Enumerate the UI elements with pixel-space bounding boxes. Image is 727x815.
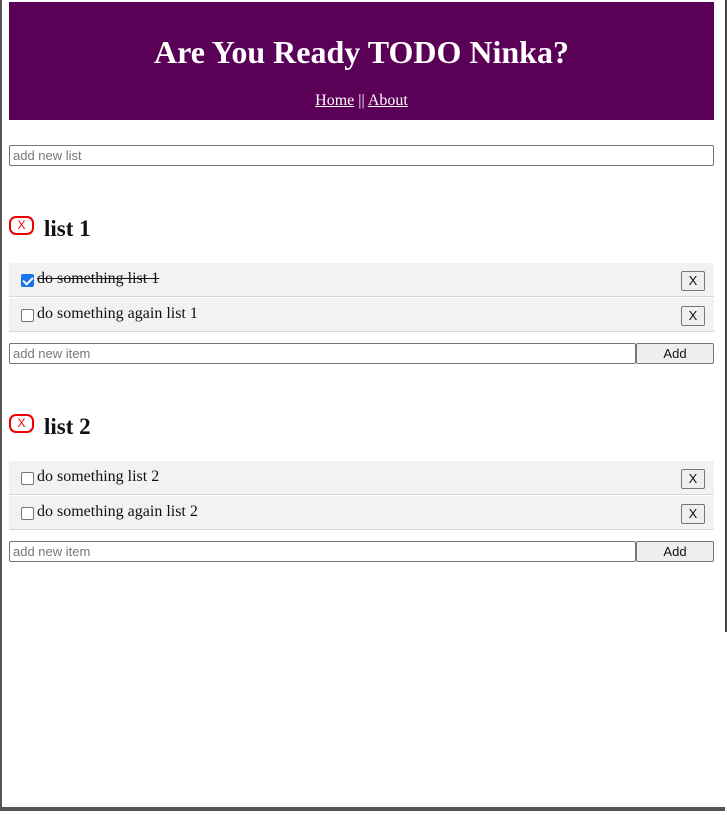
item-text: do something again list 2 bbox=[37, 503, 198, 520]
item-text: do something again list 1 bbox=[37, 305, 198, 322]
window-frame bbox=[0, 0, 725, 811]
delete-item-button[interactable]: X bbox=[681, 469, 705, 489]
list-title: list 2 bbox=[44, 414, 91, 439]
item-checkbox[interactable] bbox=[21, 507, 34, 520]
delete-list-button[interactable]: X bbox=[9, 414, 34, 433]
item-checkbox[interactable] bbox=[21, 309, 34, 322]
list-item: do something again list 1 X bbox=[9, 298, 714, 332]
delete-item-button[interactable]: X bbox=[681, 504, 705, 524]
list-title: list 1 bbox=[44, 216, 91, 241]
page-header: Are You Ready TODO Ninka? Home || About bbox=[9, 2, 714, 120]
nav-bar: Home || About bbox=[9, 92, 714, 110]
list-item: do something list 2 X bbox=[9, 461, 714, 495]
list-item: do something again list 2 X bbox=[9, 496, 714, 530]
add-new-item-input[interactable] bbox=[9, 541, 636, 562]
item-checkbox[interactable] bbox=[21, 472, 34, 485]
nav-home-link[interactable]: Home bbox=[315, 92, 354, 109]
delete-item-button[interactable]: X bbox=[681, 306, 705, 326]
add-new-list-input[interactable] bbox=[9, 145, 714, 166]
add-item-button[interactable]: Add bbox=[636, 541, 714, 562]
nav-about-link[interactable]: About bbox=[368, 92, 408, 109]
item-text: do something list 2 bbox=[37, 468, 160, 485]
item-checkbox[interactable] bbox=[21, 274, 34, 287]
nav-separator: || bbox=[358, 92, 365, 109]
page-title: Are You Ready TODO Ninka? bbox=[154, 34, 569, 70]
delete-list-button[interactable]: X bbox=[9, 216, 34, 235]
item-text: do something list 1 bbox=[37, 270, 160, 287]
list-item: do something list 1 X bbox=[9, 263, 714, 297]
delete-item-button[interactable]: X bbox=[681, 271, 705, 291]
add-item-button[interactable]: Add bbox=[636, 343, 714, 364]
add-new-item-input[interactable] bbox=[9, 343, 636, 364]
